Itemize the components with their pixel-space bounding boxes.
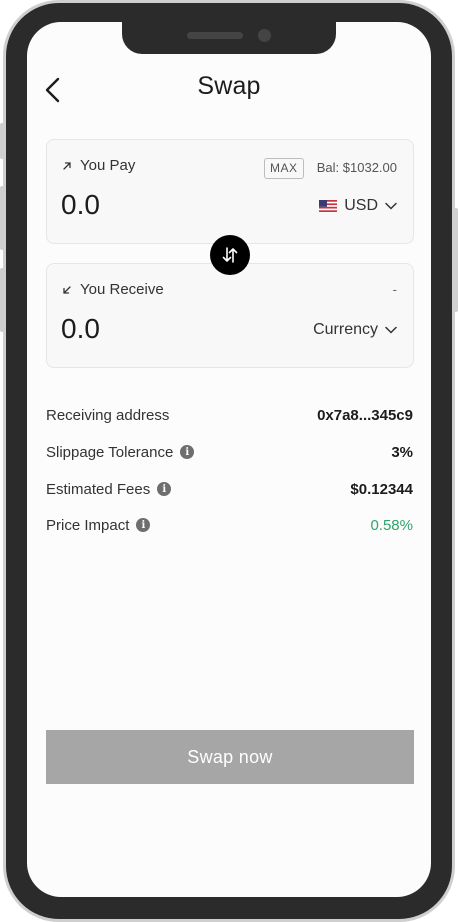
receive-card: You Receive - 0.0 Currency (46, 263, 414, 368)
detail-label: Estimated Fees i (46, 480, 172, 498)
receive-label: You Receive (61, 281, 164, 298)
pay-balance: Bal: $1032.00 (316, 160, 397, 175)
swap-now-button[interactable]: Swap now (46, 730, 414, 784)
receiving-address-value: 0x7a8...345c9 (317, 406, 413, 424)
arrow-up-right-icon (63, 161, 71, 170)
detail-label: Slippage Tolerance i (46, 443, 195, 461)
pay-label-text: You Pay (80, 157, 136, 174)
us-flag-icon (319, 200, 338, 212)
detail-label-text: Slippage Tolerance (46, 443, 174, 461)
pay-label: You Pay (61, 157, 135, 174)
receive-amount-input[interactable]: 0.0 (61, 313, 100, 345)
info-icon[interactable]: i (157, 482, 172, 496)
detail-row-slippage: Slippage Tolerance i 3% (46, 441, 413, 463)
fees-value: $0.12344 (350, 480, 413, 498)
camera-icon (258, 29, 271, 42)
chevron-down-icon (385, 326, 397, 334)
slippage-value: 3% (391, 443, 413, 461)
info-icon[interactable]: i (136, 518, 151, 532)
pay-amount-input[interactable]: 0.0 (61, 189, 100, 221)
arrow-down-left-icon (63, 285, 71, 294)
receive-currency-label: Currency (313, 321, 378, 338)
pay-card: You Pay MAX Bal: $1032.00 0.0 USD (46, 139, 414, 244)
detail-label-text: Receiving address (46, 406, 170, 424)
speaker (187, 32, 243, 39)
chevron-down-icon (385, 202, 397, 210)
detail-label: Price Impact i (46, 516, 151, 534)
receive-currency-select[interactable]: Currency (313, 321, 397, 339)
receive-label-text: You Receive (80, 281, 164, 298)
detail-label: Receiving address (46, 407, 169, 424)
detail-row-price-impact: Price Impact i 0.58% (46, 514, 413, 536)
detail-label-text: Estimated Fees (46, 480, 151, 498)
notch (122, 22, 336, 54)
swap-direction-button[interactable] (210, 235, 250, 275)
receive-balance: - (392, 282, 397, 297)
page-title: Swap (197, 72, 261, 100)
max-button[interactable]: MAX (264, 158, 304, 179)
detail-row-receiving-address: Receiving address 0x7a8...345c9 (46, 404, 413, 426)
swap-arrows-icon (222, 247, 238, 263)
info-icon[interactable]: i (180, 445, 195, 459)
detail-label-text: Price Impact (46, 516, 130, 534)
price-impact-value: 0.58% (370, 516, 413, 534)
detail-row-fees: Estimated Fees i $0.12344 (46, 478, 413, 500)
pay-currency-select[interactable]: USD (319, 197, 397, 215)
pay-currency-label: USD (344, 197, 378, 214)
